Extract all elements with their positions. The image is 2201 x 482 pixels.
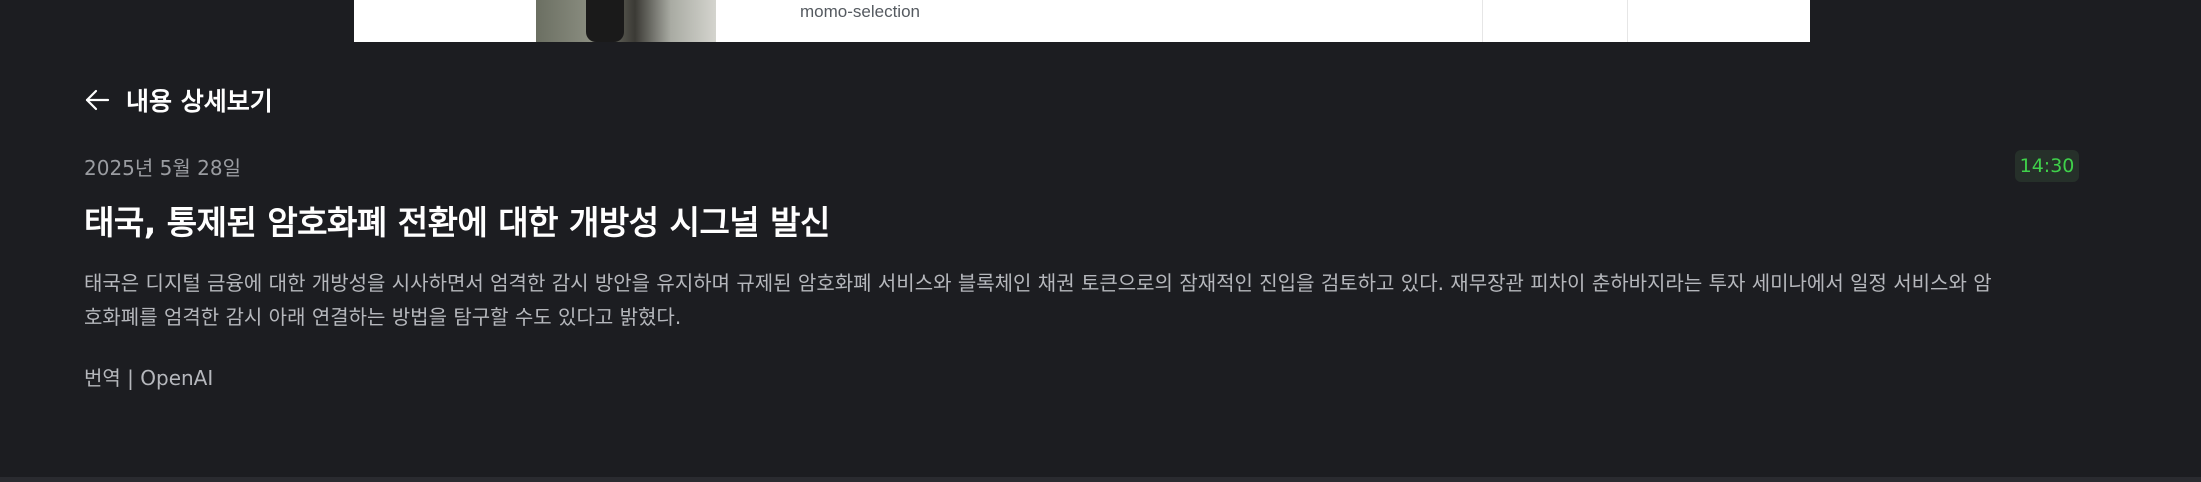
brand-label[interactable]: momo-selection xyxy=(800,2,920,22)
article-body-line: 태국은 디지털 금융에 대한 개방성을 시사하면서 엄격한 감시 방안을 유지하… xyxy=(84,271,1992,295)
page-title: 내용 상세보기 xyxy=(126,87,273,116)
bottom-divider xyxy=(0,477,2201,482)
time-badge: 14:30 xyxy=(2015,150,2079,182)
article-body: 태국은 디지털 금융에 대한 개방성을 시사하면서 엄격한 감시 방안을 유지하… xyxy=(84,266,2084,334)
product-figure xyxy=(586,0,624,42)
arrow-left-icon[interactable] xyxy=(84,87,110,113)
promo-card[interactable]: momo-selection xyxy=(354,0,1810,42)
arrow-left-icon-svg xyxy=(85,89,110,111)
article-body-line: 호화폐를 엄격한 감시 아래 연결하는 방법을 탐구할 수도 있다고 밝혔다. xyxy=(84,305,682,329)
divider xyxy=(1627,0,1628,42)
divider xyxy=(1482,0,1483,42)
product-thumbnail[interactable] xyxy=(536,0,716,42)
article-headline: 태국, 통제된 암호화폐 전환에 대한 개방성 시그널 발신 xyxy=(84,203,830,242)
translation-source: 번역 | OpenAI xyxy=(84,366,214,390)
page: momo-selection 내용 상세보기 2025년 5월 28일 14:3… xyxy=(0,0,2201,482)
detail-header: 내용 상세보기 xyxy=(84,80,273,120)
article-date: 2025년 5월 28일 xyxy=(84,156,241,180)
